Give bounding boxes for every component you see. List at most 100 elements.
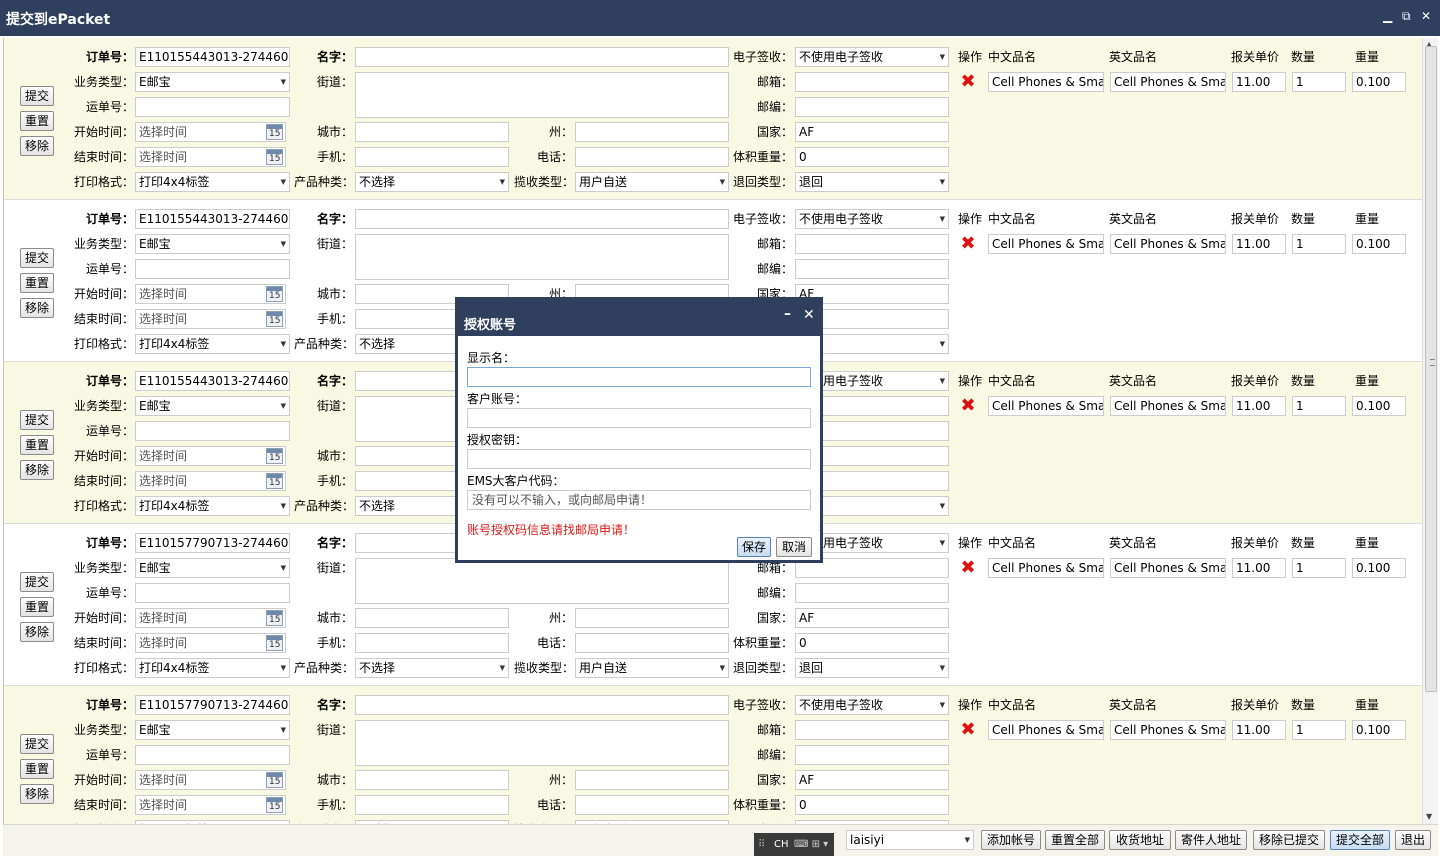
ems-code-input[interactable]: 没有可以不输入，或向邮局申请！ xyxy=(467,490,811,510)
phone-input[interactable] xyxy=(575,147,729,167)
calendar-icon[interactable]: 15 xyxy=(266,286,283,302)
country-input[interactable]: AF xyxy=(795,608,949,628)
product-weight-input[interactable]: 0.100 xyxy=(1352,72,1406,92)
biz-type-select[interactable]: E邮宝 ▼ xyxy=(135,558,290,578)
submit-button[interactable]: 提交 xyxy=(20,248,54,268)
delete-icon[interactable]: ✖ xyxy=(959,235,977,253)
product-weight-input[interactable]: 0.100 xyxy=(1352,234,1406,254)
mobile-input[interactable] xyxy=(355,147,509,167)
calendar-icon[interactable]: 15 xyxy=(266,610,283,626)
start-time-input[interactable]: 选择时间 15 xyxy=(135,122,286,142)
remove-button[interactable]: 移除 xyxy=(20,784,54,804)
product-cn-name-input[interactable]: Cell Phones & Sma xyxy=(988,234,1104,254)
calendar-icon[interactable]: 15 xyxy=(266,797,283,813)
phone-input[interactable] xyxy=(575,633,729,653)
return-type-select[interactable]: 退回 ▼ xyxy=(795,658,949,678)
remove-button[interactable]: 移除 xyxy=(20,298,54,318)
delete-icon[interactable]: ✖ xyxy=(959,397,977,415)
start-time-input[interactable]: 选择时间 15 xyxy=(135,608,286,628)
state-input[interactable] xyxy=(575,608,729,628)
print-format-select[interactable]: 打印4x4标签 ▼ xyxy=(135,334,290,354)
e-sign-select[interactable]: 不使用电子签收 ▼ xyxy=(795,209,949,229)
return-type-select[interactable]: 退回 ▼ xyxy=(795,172,949,192)
calendar-icon[interactable]: 15 xyxy=(266,448,283,464)
calendar-icon[interactable]: 15 xyxy=(266,473,283,489)
start-time-input[interactable]: 选择时间 15 xyxy=(135,284,286,304)
end-time-input[interactable]: 选择时间 15 xyxy=(135,633,286,653)
product-weight-input[interactable]: 0.100 xyxy=(1352,720,1406,740)
product-qty-input[interactable]: 1 xyxy=(1292,558,1346,578)
zipcode-input[interactable] xyxy=(795,259,949,279)
order-no-input[interactable]: E110157790713-27446015 xyxy=(135,533,290,553)
product-type-select[interactable]: 不选择 ▼ xyxy=(355,172,509,192)
reset-button[interactable]: 重置 xyxy=(20,435,54,455)
scroll-down-icon[interactable]: ▼ xyxy=(1426,812,1432,821)
state-input[interactable] xyxy=(575,770,729,790)
product-price-input[interactable]: 11.00 xyxy=(1232,72,1286,92)
biz-type-select[interactable]: E邮宝 ▼ xyxy=(135,234,290,254)
biz-type-select[interactable]: E邮宝 ▼ xyxy=(135,720,290,740)
street-textarea[interactable] xyxy=(355,234,729,280)
biz-type-select[interactable]: E邮宝 ▼ xyxy=(135,72,290,92)
print-format-select[interactable]: 打印4x4标签 ▼ xyxy=(135,496,290,516)
name-input[interactable] xyxy=(355,47,729,67)
reset-button[interactable]: 重置 xyxy=(20,597,54,617)
mobile-input[interactable] xyxy=(355,795,509,815)
vol-weight-input[interactable]: 0 xyxy=(795,633,949,653)
zipcode-input[interactable] xyxy=(795,97,949,117)
reset-button[interactable]: 重置 xyxy=(20,111,54,131)
reset-button[interactable]: 重置 xyxy=(20,273,54,293)
display-name-input[interactable] xyxy=(467,367,811,387)
order-no-input[interactable]: E110155443013-27446013 xyxy=(135,209,290,229)
calendar-icon[interactable]: 15 xyxy=(266,124,283,140)
customer-account-input[interactable] xyxy=(467,408,811,428)
vol-weight-input[interactable]: 0 xyxy=(795,147,949,167)
remove-submitted-button[interactable]: 移除已提交 xyxy=(1253,830,1325,850)
product-en-name-input[interactable]: Cell Phones & Sma xyxy=(1110,396,1226,416)
end-time-input[interactable]: 选择时间 15 xyxy=(135,309,286,329)
country-input[interactable]: AF xyxy=(795,770,949,790)
mobile-input[interactable] xyxy=(355,633,509,653)
name-input[interactable] xyxy=(355,695,729,715)
product-cn-name-input[interactable]: Cell Phones & Sma xyxy=(988,558,1104,578)
city-input[interactable] xyxy=(355,608,509,628)
postbox-input[interactable] xyxy=(795,234,949,254)
zipcode-input[interactable] xyxy=(795,583,949,603)
e-sign-select[interactable]: 不使用电子签收 ▼ xyxy=(795,695,949,715)
product-price-input[interactable]: 11.00 xyxy=(1232,396,1286,416)
product-price-input[interactable]: 11.00 xyxy=(1232,234,1286,254)
product-cn-name-input[interactable]: Cell Phones & Sma xyxy=(988,72,1104,92)
street-textarea[interactable] xyxy=(355,558,729,604)
start-time-input[interactable]: 选择时间 15 xyxy=(135,770,286,790)
submit-button[interactable]: 提交 xyxy=(20,86,54,106)
product-en-name-input[interactable]: Cell Phones & Sma xyxy=(1110,72,1226,92)
product-en-name-input[interactable]: Cell Phones & Sma xyxy=(1110,234,1226,254)
product-cn-name-input[interactable]: Cell Phones & Sma xyxy=(988,720,1104,740)
product-price-input[interactable]: 11.00 xyxy=(1232,558,1286,578)
reset-all-button[interactable]: 重置全部 xyxy=(1045,830,1105,850)
product-weight-input[interactable]: 0.100 xyxy=(1352,558,1406,578)
print-format-select[interactable]: 打印4x4标签 ▼ xyxy=(135,172,290,192)
country-input[interactable]: AF xyxy=(795,122,949,142)
vol-weight-input[interactable]: 0 xyxy=(795,795,949,815)
postbox-input[interactable] xyxy=(795,72,949,92)
city-input[interactable] xyxy=(355,770,509,790)
calendar-icon[interactable]: 15 xyxy=(266,311,283,327)
save-button[interactable]: 保存 xyxy=(737,537,771,557)
product-en-name-input[interactable]: Cell Phones & Sma xyxy=(1110,720,1226,740)
submit-button[interactable]: 提交 xyxy=(20,572,54,592)
zipcode-input[interactable] xyxy=(795,745,949,765)
order-no-input[interactable]: E110155443013-27446012 xyxy=(135,47,290,67)
minimize-icon[interactable]: ▁ xyxy=(1383,9,1392,23)
pickup-type-select[interactable]: 用户自送 ▼ xyxy=(575,172,729,192)
end-time-input[interactable]: 选择时间 15 xyxy=(135,471,286,491)
scrollbar-thumb[interactable] xyxy=(1425,46,1437,692)
product-type-select[interactable]: 不选择 ▼ xyxy=(355,658,509,678)
city-input[interactable] xyxy=(355,122,509,142)
order-no-input[interactable]: E110155443013-27446014 xyxy=(135,371,290,391)
product-qty-input[interactable]: 1 xyxy=(1292,396,1346,416)
tracking-no-input[interactable] xyxy=(135,583,290,603)
street-textarea[interactable] xyxy=(355,720,729,766)
vertical-scrollbar[interactable]: ▲ ▼ xyxy=(1422,38,1438,824)
tracking-no-input[interactable] xyxy=(135,97,290,117)
